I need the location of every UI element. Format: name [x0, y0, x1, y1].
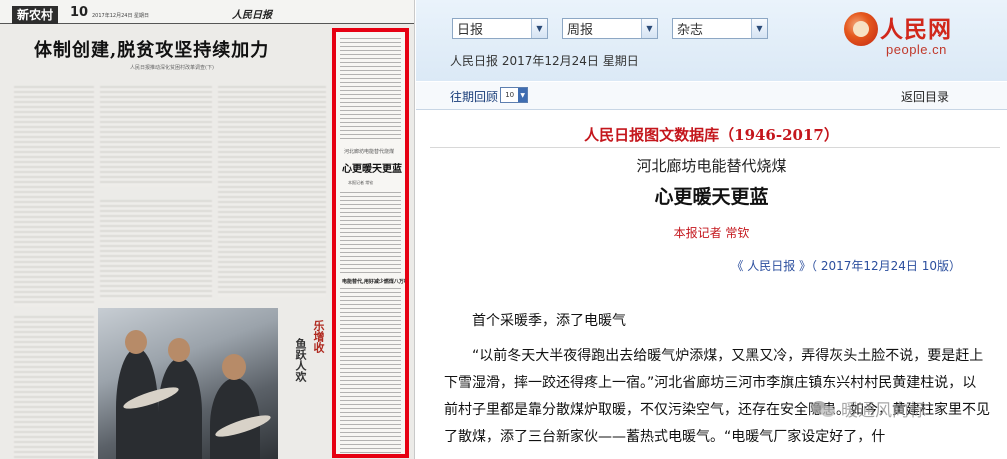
back-to-contents-link[interactable]: 返回目录 — [901, 88, 949, 105]
article-source[interactable]: 《 人民日报 》（ 2017年12月24日 10版） — [731, 257, 961, 274]
newspaper-text-column — [218, 86, 326, 296]
daily-select-label: 日报 — [457, 23, 484, 38]
newspaper-masthead-logo: 人民日报 — [232, 10, 272, 21]
weekly-select-label: 周报 — [567, 23, 594, 38]
issue-nav-bar: 往期回顾 10 ▼ 返回目录 — [416, 82, 1007, 110]
newspaper-subheadline: 人民日报推动深化贫困村改革调查(下) — [130, 65, 214, 71]
people-cn-logo[interactable]: 人民网 people.cn — [844, 8, 994, 64]
article-kicker: 河北廊坊电能替代烧煤 — [636, 157, 787, 175]
chevron-down-icon[interactable]: ▼ — [751, 19, 767, 38]
people-cn-emblem-icon — [844, 12, 878, 46]
issue-date: 人民日报 2017年12月24日 星期日 — [450, 54, 639, 68]
article-byline: 本报记者 常钦 — [673, 226, 750, 240]
weekly-select[interactable]: 周报 ▼ — [562, 18, 658, 39]
newspaper-page-date: 2017年12月24日 星期日 — [92, 13, 150, 19]
chevron-down-icon[interactable]: ▼ — [641, 19, 657, 38]
article-paragraph: 首个采暖季，添了电暖气 — [472, 313, 626, 329]
chevron-down-icon[interactable]: ▼ — [531, 19, 547, 38]
daily-select[interactable]: 日报 ▼ — [452, 18, 548, 39]
newspaper-text-column — [100, 200, 212, 300]
logo-text-en: people.cn — [886, 42, 947, 57]
highlighted-article-subhead: 电能替代,用好减少燃煤八万吨 — [342, 279, 409, 285]
magazine-select[interactable]: 杂志 ▼ — [672, 18, 768, 39]
article-title: 心更暖天更蓝 — [654, 186, 769, 208]
newspaper-page-image[interactable]: 新农村 10 2017年12月24日 星期日 人民日报 体制创建,脱贫攻坚持续加… — [0, 0, 415, 459]
magazine-select-label: 杂志 — [677, 23, 704, 38]
title-divider — [430, 147, 1000, 148]
highlighted-article-title: 心更暖天更蓝 — [342, 164, 402, 175]
site-header: 日报 ▼ 周报 ▼ 杂志 ▼ 人民日报 2017年12月24日 星期日 人民网 … — [416, 0, 1007, 81]
watermark: 暖通风向标 — [811, 396, 926, 421]
newspaper-headline: 体制创建,脱贫攻坚持续加力 — [34, 40, 270, 61]
chevron-down-icon[interactable]: ▼ — [518, 88, 527, 102]
database-title: 人民日报图文数据库（1946-2017） — [584, 126, 839, 144]
page-root: 新农村 10 2017年12月24日 星期日 人民日报 体制创建,脱贫攻坚持续加… — [0, 0, 1007, 459]
newspaper-section-tag: 新农村 — [12, 6, 59, 24]
past-issues-select[interactable]: 10 ▼ — [500, 87, 528, 103]
newspaper-text-column — [14, 316, 94, 459]
newspaper-text-column — [14, 86, 94, 306]
highlighted-article-kicker: 河北廊坊电能替代烧煤 — [344, 149, 395, 155]
newspaper-text-column — [100, 86, 212, 186]
watermark-text: 暖通风向标 — [841, 401, 926, 421]
newspaper-topbar: 新农村 10 2017年12月24日 星期日 人民日报 — [0, 0, 414, 24]
past-issues-label: 往期回顾 — [450, 90, 499, 104]
newspaper-photo-caption: 鱼跃人欢 — [294, 338, 307, 382]
newspaper-page-number: 10 — [70, 5, 89, 20]
newspaper-photo-caption-red: 乐增收 — [312, 320, 325, 353]
logo-text-cn: 人民网 — [880, 16, 952, 43]
highlighted-article-byline: 本报记者 常钦 — [348, 180, 374, 185]
wechat-icon — [811, 399, 837, 419]
past-issues-value: 10 — [505, 91, 515, 99]
highlighted-article-box[interactable]: 河北廊坊电能替代烧煤 心更暖天更蓝 本报记者 常钦 电能替代,用好减少燃煤八万吨 — [332, 28, 409, 458]
article-panel: 日报 ▼ 周报 ▼ 杂志 ▼ 人民日报 2017年12月24日 星期日 人民网 … — [416, 0, 1007, 459]
newspaper-photo — [98, 308, 278, 459]
